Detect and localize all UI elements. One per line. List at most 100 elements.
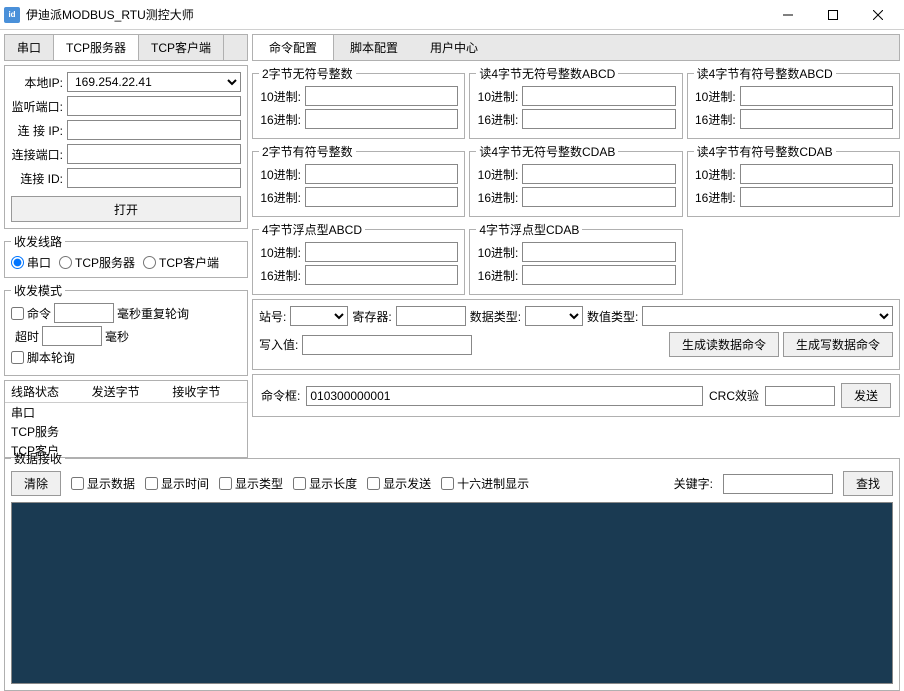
writeval-input[interactable]	[302, 335, 472, 355]
show-type-checkbox[interactable]: 显示类型	[219, 475, 283, 492]
line-legend: 收发线路	[11, 233, 65, 250]
conv-g6-dec[interactable]	[740, 164, 893, 184]
listen-port-input[interactable]	[67, 96, 241, 116]
window-title: 伊迪派MODBUS_RTU测控大师	[26, 6, 765, 23]
conv-4byte-signed-abcd: 读4字节有符号整数ABCD 10进制: 16进制:	[687, 65, 900, 139]
col-sent: 发送字节	[86, 381, 167, 403]
conn-id-input[interactable]	[67, 168, 241, 188]
conv-g8-hex[interactable]	[522, 265, 675, 285]
conv-4byte-signed-cdab: 读4字节有符号整数CDAB 10进制: 16进制:	[687, 143, 900, 217]
conv-g8-dec[interactable]	[522, 242, 675, 262]
tab-tcp-client[interactable]: TCP客户端	[139, 35, 224, 60]
tab-cmd-config[interactable]: 命令配置	[253, 35, 334, 60]
show-time-checkbox[interactable]: 显示时间	[145, 475, 209, 492]
station-select[interactable]	[290, 306, 348, 326]
conv-g4-hex[interactable]	[305, 187, 458, 207]
search-button[interactable]: 查找	[843, 471, 893, 496]
gen-write-button[interactable]: 生成写数据命令	[783, 332, 893, 357]
reg-label: 寄存器:	[352, 308, 391, 325]
crc-input[interactable]	[765, 386, 835, 406]
listen-port-label: 监听端口:	[11, 98, 63, 115]
vtype-label: 数值类型:	[587, 308, 638, 325]
recv-output[interactable]	[11, 502, 893, 684]
show-data-checkbox[interactable]: 显示数据	[71, 475, 135, 492]
conv-g5-hex[interactable]	[522, 187, 675, 207]
crc-label: CRC效验	[709, 387, 759, 404]
minimize-button[interactable]	[765, 1, 810, 29]
maximize-button[interactable]	[810, 1, 855, 29]
conv-g1-dec[interactable]	[305, 86, 458, 106]
conv-4byte-float-cdab: 4字节浮点型CDAB 10进制: 16进制:	[469, 221, 682, 295]
send-button[interactable]: 发送	[841, 383, 891, 408]
repeat-ms-input[interactable]	[54, 303, 114, 323]
tab-serial[interactable]: 串口	[5, 35, 54, 60]
gen-read-button[interactable]: 生成读数据命令	[669, 332, 779, 357]
connection-tabs: 串口 TCP服务器 TCP客户端	[4, 34, 248, 61]
line-group: 收发线路 串口 TCP服务器 TCP客户端	[4, 233, 248, 278]
cmd-frame-panel: 命令框: CRC效验 发送	[252, 374, 900, 417]
conv-2byte-signed: 2字节有符号整数 10进制: 16进制:	[252, 143, 465, 217]
station-label: 站号:	[259, 308, 286, 325]
generate-panel: 站号: 寄存器: 数据类型: 数值类型: 写入值: 生成读数据命令 生成写数据命…	[252, 299, 900, 370]
conv-g2-dec[interactable]	[522, 86, 675, 106]
radio-serial[interactable]: 串口	[11, 254, 51, 271]
timeout-input[interactable]	[42, 326, 102, 346]
script-poll-checkbox[interactable]: 脚本轮询	[11, 349, 75, 366]
conn-ip-input[interactable]	[67, 120, 241, 140]
col-line: 线路状态	[5, 381, 86, 403]
titlebar: id 伊迪派MODBUS_RTU测控大师	[0, 0, 904, 30]
conn-port-input[interactable]	[67, 144, 241, 164]
cmdframe-label: 命令框:	[261, 387, 300, 404]
conv-g1-hex[interactable]	[305, 109, 458, 129]
conn-ip-label: 连 接 IP:	[11, 122, 63, 139]
conn-id-label: 连接 ID:	[11, 170, 63, 187]
conv-g3-dec[interactable]	[740, 86, 893, 106]
conv-4byte-unsigned-cdab: 读4字节无符号整数CDAB 10进制: 16进制:	[469, 143, 682, 217]
app-icon: id	[4, 7, 20, 23]
status-table: 线路状态 发送字节 接收字节 串口 TCP服务 TCP客户	[4, 380, 248, 458]
conv-g7-hex[interactable]	[305, 265, 458, 285]
mode-group: 收发模式 命令 毫秒重复轮询 超时 毫秒 脚本轮询	[4, 282, 248, 376]
vtype-select[interactable]	[642, 306, 893, 326]
conv-4byte-float-abcd: 4字节浮点型ABCD 10进制: 16进制:	[252, 221, 465, 295]
cmdframe-input[interactable]	[306, 386, 703, 406]
dtype-label: 数据类型:	[470, 308, 521, 325]
cmd-checkbox[interactable]: 命令	[11, 305, 51, 322]
conversion-grid: 2字节无符号整数 10进制: 16进制: 读4字节无符号整数ABCD 10进制:…	[252, 65, 900, 295]
conv-g5-dec[interactable]	[522, 164, 675, 184]
col-recv: 接收字节	[166, 381, 247, 403]
dtype-select[interactable]	[525, 306, 583, 326]
timeout-suffix: 毫秒	[105, 328, 129, 345]
conv-g6-hex[interactable]	[740, 187, 893, 207]
conv-g2-hex[interactable]	[522, 109, 675, 129]
show-send-checkbox[interactable]: 显示发送	[367, 475, 431, 492]
writeval-label: 写入值:	[259, 336, 298, 353]
conv-g4-dec[interactable]	[305, 164, 458, 184]
table-row: TCP服务	[5, 422, 247, 441]
tab-script-config[interactable]: 脚本配置	[334, 35, 414, 60]
close-button[interactable]	[855, 1, 900, 29]
conn-port-label: 连接端口:	[11, 146, 63, 163]
keyword-label: 关键字:	[674, 475, 713, 492]
clear-button[interactable]: 清除	[11, 471, 61, 496]
radio-tcp-server[interactable]: TCP服务器	[59, 254, 135, 271]
recv-legend: 数据接收	[11, 450, 65, 467]
timeout-label: 超时	[11, 328, 39, 345]
show-hex-checkbox[interactable]: 十六进制显示	[441, 475, 529, 492]
recv-panel: 数据接收 清除 显示数据 显示时间 显示类型 显示长度 显示发送 十六进制显示 …	[4, 450, 900, 691]
local-ip-label: 本地IP:	[11, 74, 63, 91]
local-ip-select[interactable]: 169.254.22.41	[67, 72, 241, 92]
config-tabs: 命令配置 脚本配置 用户中心	[252, 34, 900, 61]
keyword-input[interactable]	[723, 474, 833, 494]
show-len-checkbox[interactable]: 显示长度	[293, 475, 357, 492]
conv-g3-hex[interactable]	[740, 109, 893, 129]
tab-user-center[interactable]: 用户中心	[414, 35, 494, 60]
table-row: 串口	[5, 403, 247, 423]
repeat-suffix: 毫秒重复轮询	[117, 305, 189, 322]
tab-tcp-server[interactable]: TCP服务器	[54, 35, 139, 60]
radio-tcp-client[interactable]: TCP客户端	[143, 254, 219, 271]
conv-g7-dec[interactable]	[305, 242, 458, 262]
reg-input[interactable]	[396, 306, 466, 326]
connection-panel: 本地IP: 169.254.22.41 监听端口: 连 接 IP: 连接端口: …	[4, 65, 248, 229]
open-button[interactable]: 打开	[11, 196, 241, 222]
